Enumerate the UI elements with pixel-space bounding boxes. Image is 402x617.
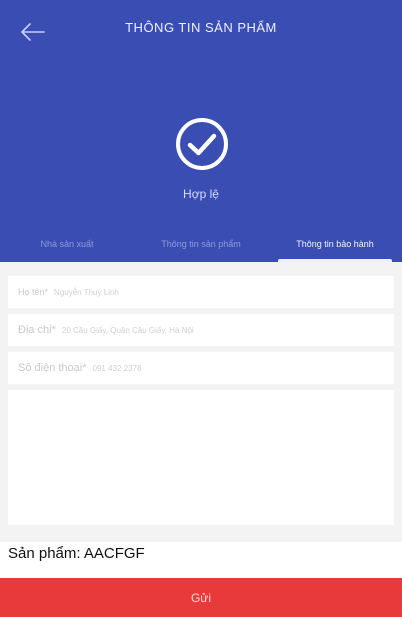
note-field[interactable] bbox=[8, 390, 394, 525]
name-label: Họ tên* bbox=[18, 287, 49, 297]
name-value: Nguyễn Thuỳ Linh bbox=[54, 287, 119, 297]
submit-button[interactable]: Gửi bbox=[0, 578, 402, 617]
product-label: Sản phẩm: AACFGF bbox=[8, 545, 145, 562]
tab-product-info[interactable]: Thông tin sản phẩm bbox=[134, 226, 268, 262]
status-text: Hợp lệ bbox=[183, 187, 219, 201]
phone-field[interactable]: Số điện thoại* 091 432 2378 bbox=[8, 352, 394, 384]
page-title: THÔNG TIN SẢN PHẨM bbox=[125, 20, 277, 35]
address-value: 20 Cầu Giấy, Quận Cầu Giấy, Hà Nội bbox=[61, 325, 194, 335]
address-label: Địa chỉ* bbox=[18, 324, 56, 336]
header: THÔNG TIN SẢN PHẨM Hợp lệ Nhà sản xuất T… bbox=[0, 0, 402, 262]
name-field[interactable]: Họ tên* Nguyễn Thuỳ Linh bbox=[8, 276, 394, 308]
phone-label: Số điện thoại* bbox=[18, 362, 87, 374]
address-field[interactable]: Địa chỉ* 20 Cầu Giấy, Quận Cầu Giấy, Hà … bbox=[8, 314, 394, 346]
tab-bar: Nhà sản xuất Thông tin sản phẩm Thông ti… bbox=[0, 226, 402, 262]
status-check bbox=[175, 117, 229, 171]
tab-warranty-info[interactable]: Thông tin bảo hành bbox=[268, 226, 402, 262]
check-circle-icon bbox=[176, 118, 228, 170]
tab-manufacturer[interactable]: Nhà sản xuất bbox=[0, 226, 134, 262]
phone-value: 091 432 2378 bbox=[92, 363, 142, 373]
